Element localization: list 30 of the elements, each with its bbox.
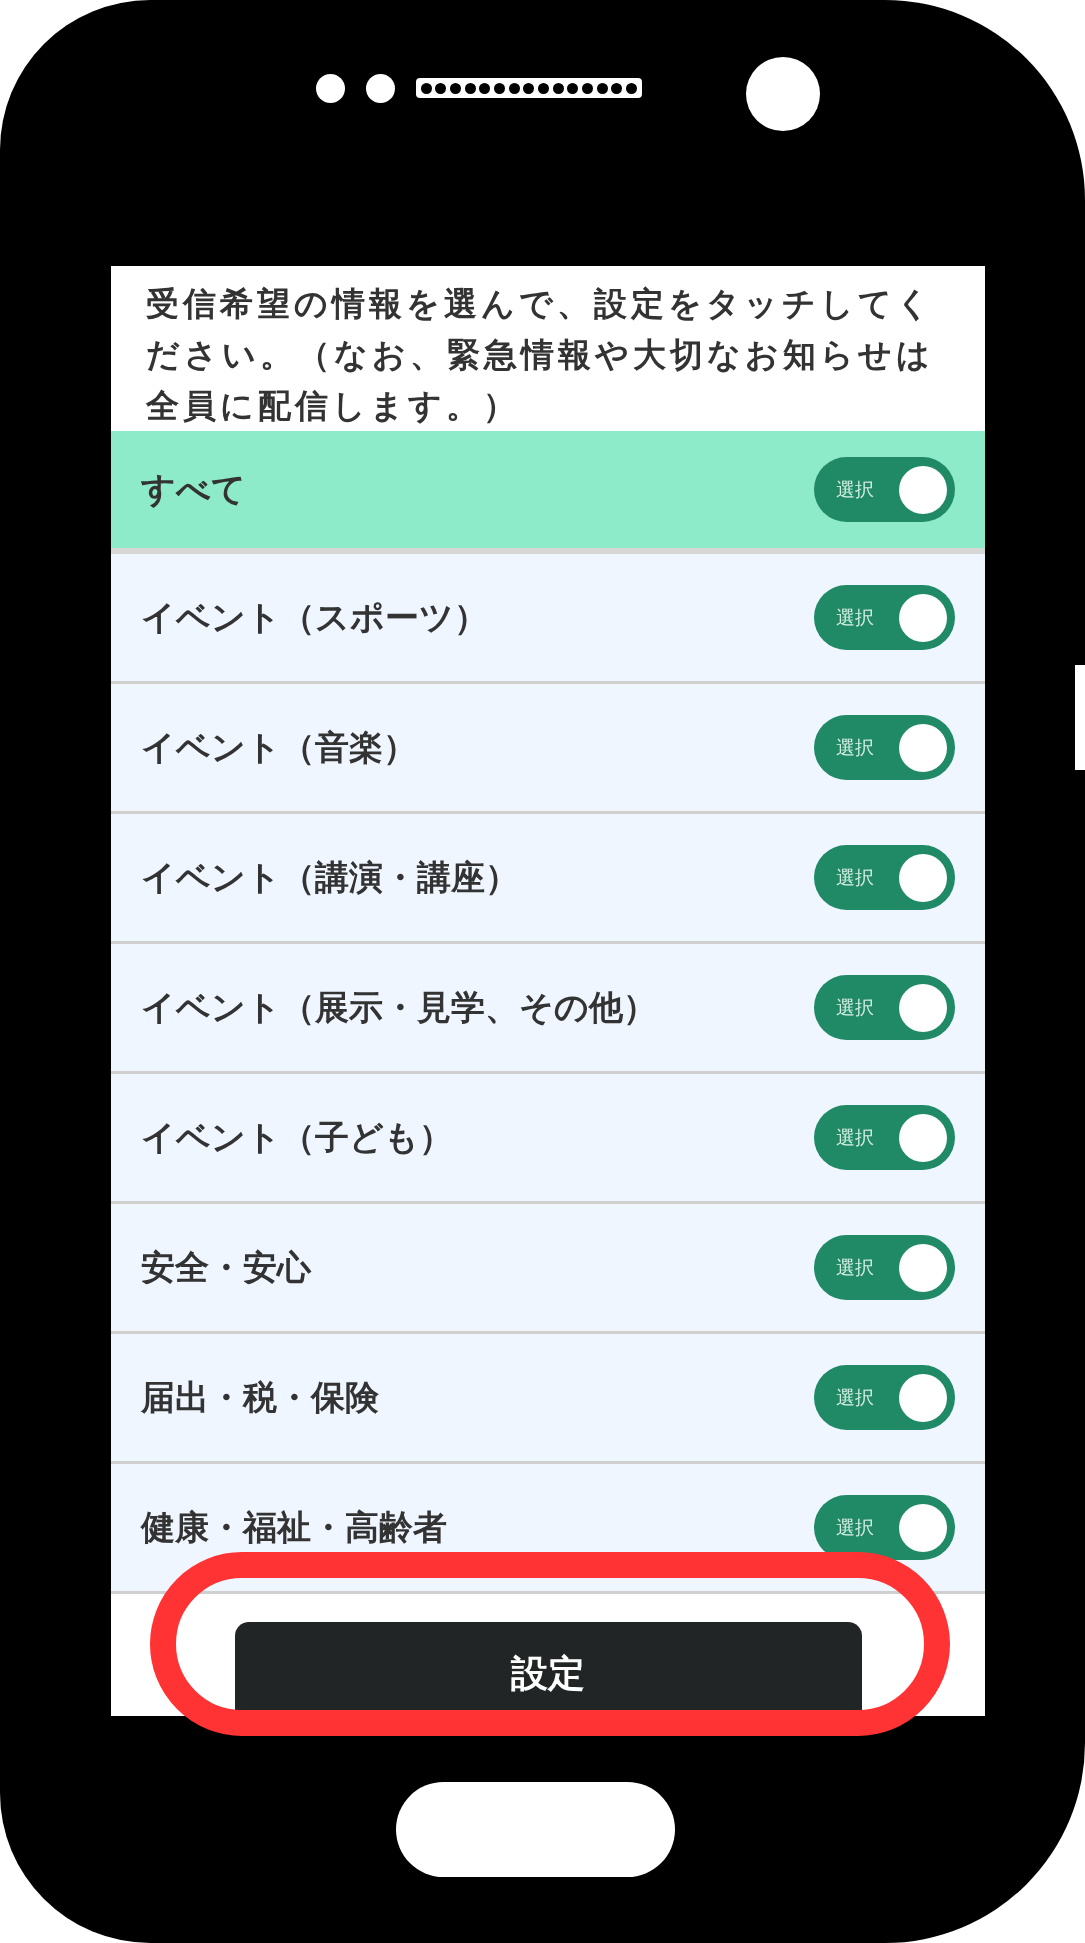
category-row[interactable]: 安全・安心 選択	[111, 1204, 985, 1334]
category-label: イベント（展示・見学、その他）	[141, 985, 657, 1029]
toggle-switch[interactable]: 選択	[814, 1105, 955, 1170]
toggle-switch[interactable]: 選択	[814, 585, 955, 650]
category-row[interactable]: 届出・税・保険 選択	[111, 1334, 985, 1464]
sensor-icon	[316, 73, 345, 103]
toggle-switch[interactable]: 選択	[814, 1495, 955, 1560]
toggle-switch[interactable]: 選択	[814, 715, 955, 780]
category-row[interactable]: イベント（子ども） 選択	[111, 1074, 985, 1204]
toggle-switch[interactable]: 選択	[814, 845, 955, 910]
category-row[interactable]: イベント（展示・見学、その他） 選択	[111, 944, 985, 1074]
category-row[interactable]: イベント（音楽） 選択	[111, 684, 985, 814]
instruction-text: 受信希望の情報を選んで、設定をタッチしてください。（なお、緊急情報や大切なお知らせは全員に配信します。）	[146, 283, 935, 427]
toggle-switch[interactable]: 選択	[814, 975, 955, 1040]
category-label: 安全・安心	[141, 1245, 311, 1289]
speaker-grille-icon	[416, 78, 642, 98]
sensor-icon	[366, 73, 395, 103]
category-label: イベント（子ども）	[141, 1115, 453, 1159]
category-label: イベント（講演・講座）	[141, 855, 519, 899]
category-row[interactable]: すべて 選択	[111, 431, 985, 554]
category-label: イベント（音楽）	[141, 725, 417, 769]
category-label: 届出・税・保険	[141, 1375, 379, 1419]
toggle-switch[interactable]: 選択	[814, 457, 955, 522]
category-label: イベント（スポーツ）	[141, 595, 488, 639]
category-row[interactable]: イベント（スポーツ） 選択	[111, 554, 985, 684]
toggle-switch[interactable]: 選択	[814, 1235, 955, 1300]
category-row[interactable]: イベント（講演・講座） 選択	[111, 814, 985, 944]
category-label: 健康・福祉・高齢者	[141, 1505, 447, 1549]
toggle-switch[interactable]: 選択	[814, 1365, 955, 1430]
category-label: すべて	[141, 467, 246, 511]
